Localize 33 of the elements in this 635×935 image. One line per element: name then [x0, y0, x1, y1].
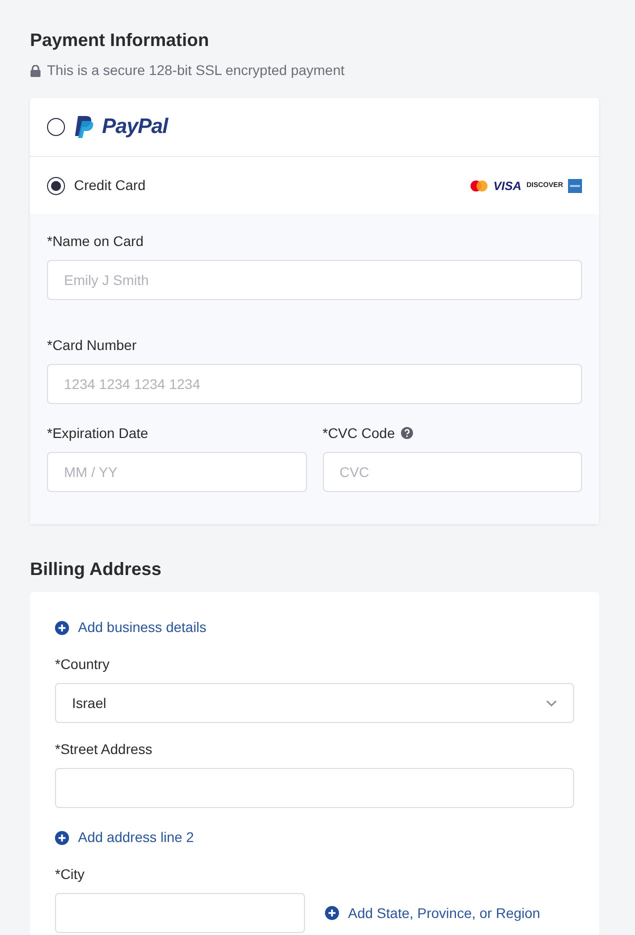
input-field[interactable] [55, 768, 574, 808]
section-title: Billing Address [30, 558, 162, 581]
card-brand-icon [568, 178, 582, 192]
radio-button[interactable] [47, 176, 65, 194]
paypal-logo[interactable]: PayPal [74, 111, 168, 143]
field-label: *Name on Card [47, 232, 144, 250]
input-field[interactable]: MM / YY [47, 452, 306, 492]
secure-note: This is a secure 128-bit SSL encrypted payment [47, 61, 345, 80]
field-label: *City [55, 865, 86, 883]
method-label[interactable]: Credit Card [74, 175, 146, 196]
lock-icon [30, 64, 41, 76]
input-field[interactable]: CVC [322, 452, 582, 492]
plus-circle-icon [55, 620, 69, 634]
plus-circle-icon [325, 906, 339, 920]
country-dropdown[interactable]: Israel [55, 683, 574, 723]
visa-logo: VISA [493, 180, 522, 192]
field-label: *Card Number [47, 336, 136, 354]
mastercard-icon [470, 180, 488, 192]
add-link[interactable]: Add address line 2 [55, 827, 574, 848]
field-label: *Country [55, 655, 110, 673]
help-icon[interactable] [400, 427, 413, 439]
field-label: *Expiration Date [47, 424, 148, 442]
radio-button[interactable] [47, 118, 65, 136]
field-label: *Street Address [55, 740, 154, 758]
input-field[interactable]: 1234 1234 1234 1234 [47, 364, 582, 404]
chevron-down-icon [546, 700, 557, 706]
add-link[interactable]: Add State, Province, or Region [325, 902, 540, 924]
section-title: Payment Information [30, 29, 210, 52]
input-field[interactable] [55, 893, 305, 933]
add-link[interactable]: Add business details [55, 617, 574, 638]
plus-circle-icon [55, 830, 69, 844]
field-label: *CVC Code [322, 424, 395, 442]
input-field[interactable]: Emily J Smith [47, 260, 582, 300]
